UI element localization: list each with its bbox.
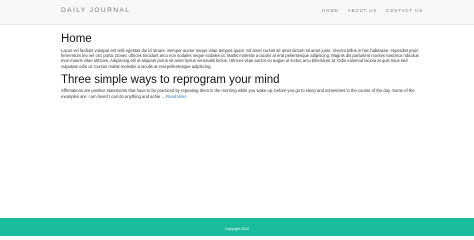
home-paragraph: Lacus vel facilisis volutpat est velit e… [61, 47, 419, 69]
nav-link-about-us[interactable]: ABOUT US [348, 8, 377, 13]
post-excerpt-text: Affirmations are positive statements tha… [61, 88, 415, 99]
nav-menu: HOME ABOUT US CONTACT US [322, 8, 423, 13]
page-title: Home [61, 33, 92, 45]
post-title: Three simple ways to reprogram your mind [61, 73, 280, 86]
post-excerpt: Affirmations are positive statements tha… [61, 88, 421, 99]
nav-link-contact-us[interactable]: CONTACT US [386, 8, 423, 13]
nav-link-home[interactable]: HOME [322, 8, 339, 13]
footer: Copyright 2022 [0, 218, 474, 236]
read-more-link[interactable]: Read More [166, 94, 187, 99]
main-content: Home Lacus vel facilisis volutpat est ve… [61, 33, 421, 99]
site-brand[interactable]: DAILY JOURNAL [61, 7, 130, 15]
navbar: DAILY JOURNAL HOME ABOUT US CONTACT US [0, 0, 474, 25]
footer-copyright: Copyright 2022 [224, 227, 250, 231]
